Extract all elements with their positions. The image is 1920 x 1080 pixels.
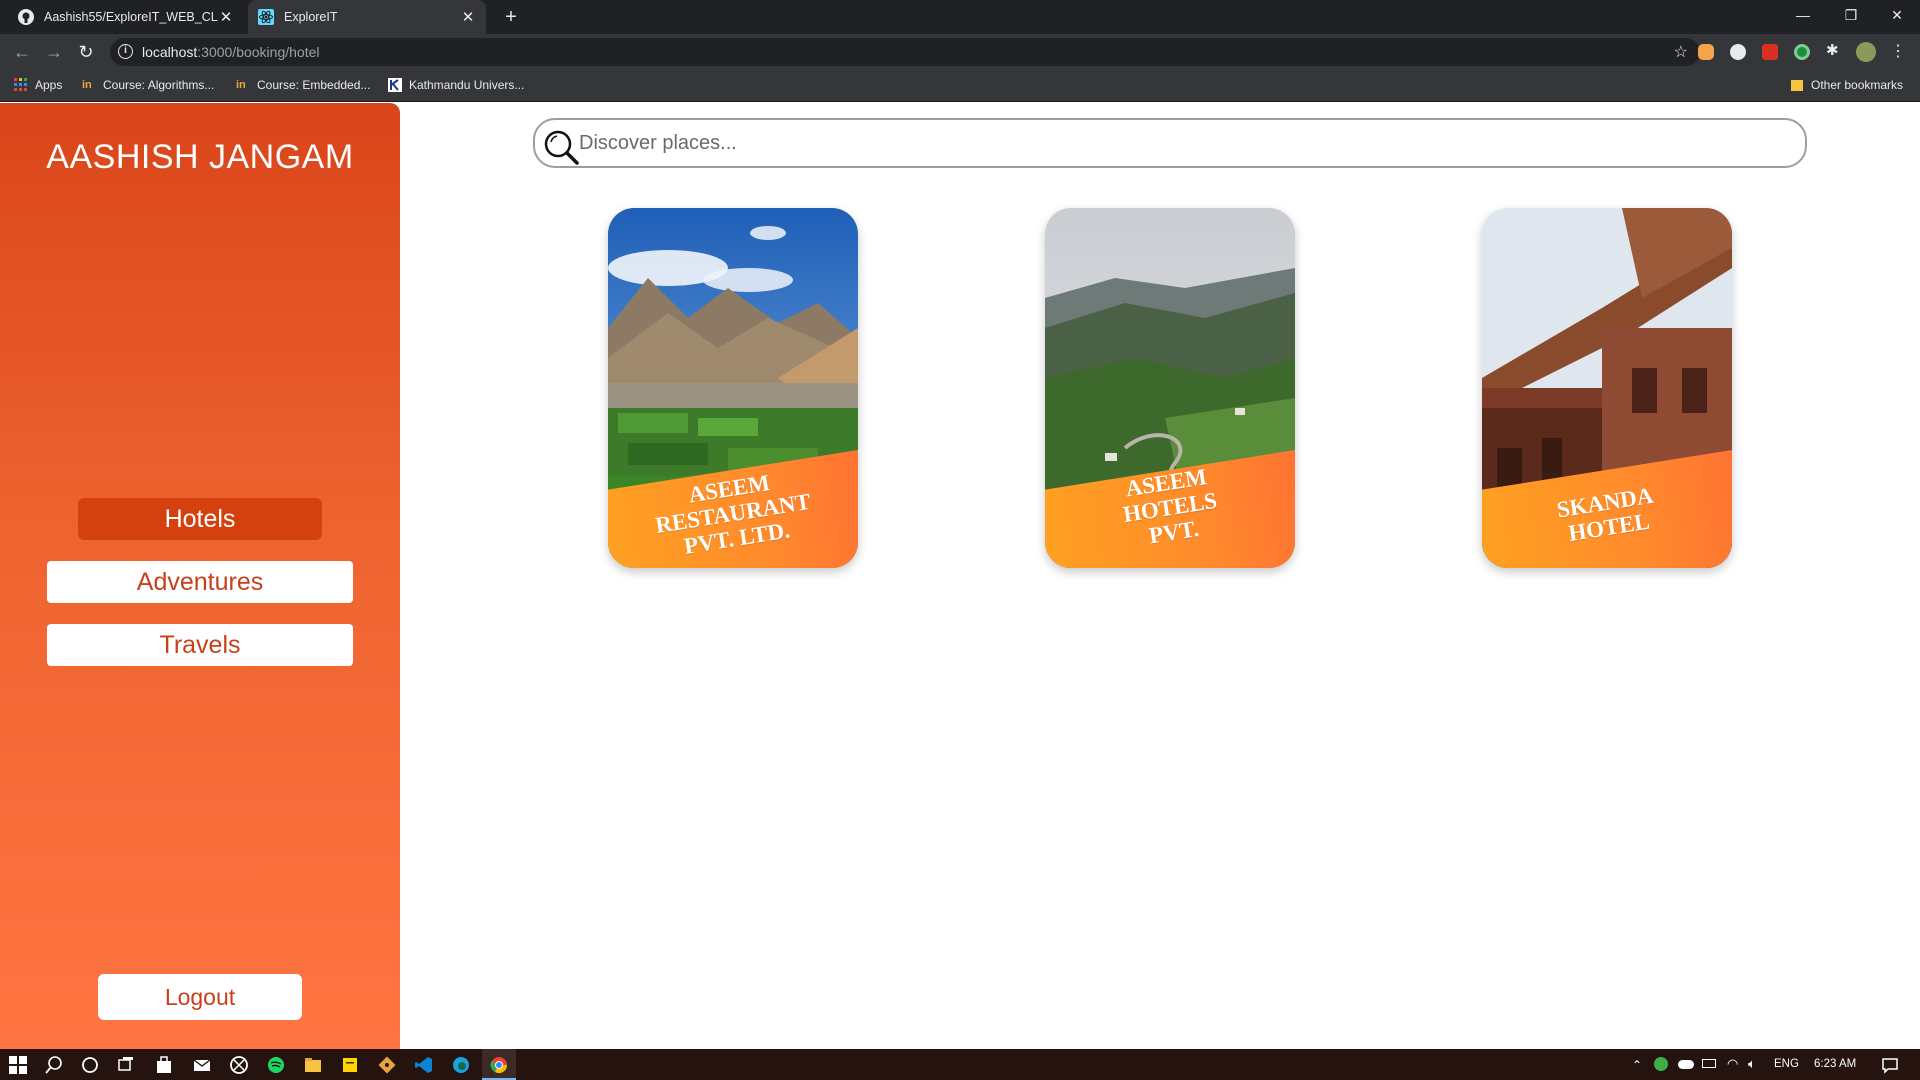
task-view-icon[interactable] <box>116 1055 136 1075</box>
bookmarks-bar: Apps in Course: Algorithms... in Course:… <box>0 70 1920 102</box>
apps-grid-icon <box>14 78 27 91</box>
windows-taskbar: ⌃ ◠ 🔈︎ ENG 6:23 AM <box>0 1049 1920 1080</box>
tab-title: ExploreIT <box>284 10 338 24</box>
search-icon[interactable] <box>44 1055 64 1075</box>
xbox-icon[interactable] <box>229 1055 249 1075</box>
cortana-icon[interactable] <box>80 1055 100 1075</box>
sidebar: AASHISH JANGAM Hotels Adventures Travels… <box>0 103 400 1049</box>
store-icon[interactable] <box>154 1055 174 1075</box>
address-bar[interactable]: i localhost:3000/booking/hotel ☆ <box>110 38 1700 66</box>
bookmark-label: Kathmandu Univers... <box>409 78 525 92</box>
nav-travels[interactable]: Travels <box>47 624 353 666</box>
extension-icon[interactable] <box>1698 44 1714 60</box>
folder-icon <box>1791 80 1803 91</box>
tray-app-icon[interactable] <box>1654 1057 1668 1071</box>
hotel-card[interactable]: ASEEM RESTAURANT PVT. LTD. <box>608 208 858 568</box>
language-indicator[interactable]: ENG <box>1774 1058 1799 1070</box>
bookmark-label: Course: Embedded... <box>257 78 371 92</box>
volume-icon[interactable]: 🔈︎ <box>1748 1056 1756 1072</box>
hotel-card[interactable]: SKANDA HOTEL <box>1482 208 1732 568</box>
extension-icon[interactable] <box>1730 44 1746 60</box>
new-tab-button[interactable]: + <box>498 4 524 30</box>
back-arrow-icon[interactable]: ← <box>10 40 34 64</box>
coursera-icon: in <box>236 79 246 91</box>
logout-button[interactable]: Logout <box>98 974 302 1020</box>
close-window-icon[interactable]: ✕ <box>1874 0 1920 30</box>
vscode-icon[interactable] <box>414 1055 434 1075</box>
minimize-icon[interactable]: — <box>1780 0 1826 30</box>
react-icon <box>258 9 274 25</box>
github-icon <box>18 9 34 25</box>
coursera-icon: in <box>82 79 92 91</box>
info-icon[interactable]: i <box>118 44 133 59</box>
nav-hotels[interactable]: Hotels <box>78 498 322 540</box>
hotel-card[interactable]: ASEEM HOTELS PVT. <box>1045 208 1295 568</box>
bookmark-star-icon[interactable]: ☆ <box>1674 42 1688 62</box>
menu-dots-icon[interactable]: ⋮ <box>1890 44 1906 60</box>
clock[interactable]: 6:23 AM <box>1814 1058 1856 1070</box>
bookmark-kathmandu-university[interactable]: Kathmandu Univers... <box>388 78 524 92</box>
file-explorer-icon[interactable] <box>303 1055 323 1075</box>
battery-icon[interactable] <box>1702 1059 1716 1068</box>
windows-start-icon[interactable] <box>8 1055 28 1075</box>
close-icon[interactable]: ✕ <box>460 8 476 26</box>
forward-arrow-icon[interactable]: → <box>42 40 66 64</box>
nav-adventures[interactable]: Adventures <box>47 561 353 603</box>
edge-icon[interactable] <box>451 1055 471 1075</box>
tray-chevron-icon[interactable]: ⌃ <box>1632 1058 1642 1072</box>
mail-icon[interactable] <box>192 1055 212 1075</box>
avatar[interactable] <box>1856 42 1876 62</box>
git-icon[interactable] <box>377 1055 397 1075</box>
extension-icon[interactable] <box>1794 44 1810 60</box>
bookmark-course-embedded[interactable]: in Course: Embedded... <box>236 78 370 92</box>
taskbar-chrome-active[interactable] <box>482 1049 516 1080</box>
extension-icon[interactable] <box>1762 44 1778 60</box>
ku-icon <box>388 78 402 92</box>
bookmark-apps[interactable]: Apps <box>14 78 62 92</box>
search-bar <box>533 118 1807 168</box>
spotify-icon[interactable] <box>266 1055 286 1075</box>
brand-title: AASHISH JANGAM <box>46 138 354 176</box>
bookmark-label: Course: Algorithms... <box>103 78 215 92</box>
restore-icon[interactable]: ❐ <box>1828 0 1874 30</box>
url-text[interactable]: localhost:3000/booking/hotel <box>142 44 319 60</box>
bookmark-label: Other bookmarks <box>1811 78 1904 92</box>
bookmark-label: Apps <box>35 78 63 92</box>
tab-title: Aashish55/ExploreIT_WEB_CLIEN <box>44 10 218 24</box>
reload-icon[interactable]: ↻ <box>74 40 98 64</box>
puzzle-icon[interactable]: ✱ <box>1826 43 1842 59</box>
chrome-icon <box>490 1057 508 1074</box>
onedrive-icon[interactable] <box>1678 1060 1694 1069</box>
wifi-icon[interactable]: ◠ <box>1727 1056 1738 1072</box>
browser-toolbar: ← → ↻ i localhost:3000/booking/hotel ☆ ✱… <box>0 34 1920 70</box>
other-bookmarks[interactable]: Other bookmarks <box>1790 78 1903 92</box>
browser-tab-exploreit[interactable]: ExploreIT ✕ <box>248 0 486 34</box>
search-input[interactable] <box>579 128 1779 158</box>
browser-tab-github[interactable]: Aashish55/ExploreIT_WEB_CLIEN ✕ <box>8 0 244 34</box>
sticky-notes-icon[interactable] <box>340 1055 360 1075</box>
close-icon[interactable]: ✕ <box>218 8 234 26</box>
browser-tab-strip: Aashish55/ExploreIT_WEB_CLIEN ✕ ExploreI… <box>0 0 1920 34</box>
bookmark-course-algorithms[interactable]: in Course: Algorithms... <box>82 78 214 92</box>
search-icon[interactable] <box>541 127 581 167</box>
notification-icon[interactable] <box>1880 1055 1900 1075</box>
